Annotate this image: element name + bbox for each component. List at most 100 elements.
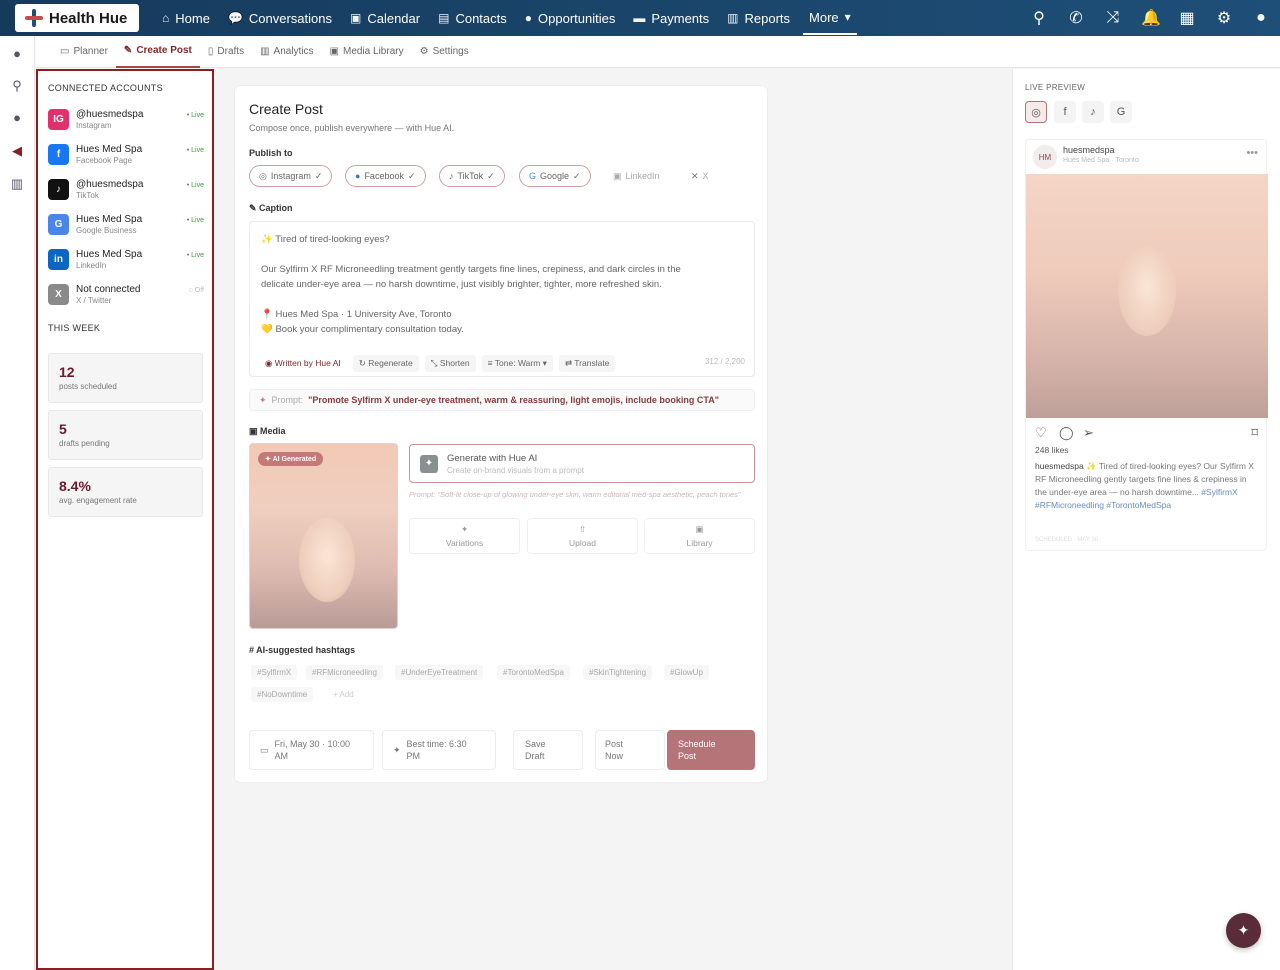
connected-account[interactable]: in Hues Med Spa LinkedIn • Live [48, 246, 204, 272]
connected-account[interactable]: ♪ @huesmedspa TikTok • Live [48, 176, 204, 202]
shuffle-icon[interactable]: ⤨ [1104, 9, 1122, 27]
stat-card: 12 posts scheduled [48, 353, 203, 403]
ai-generated-image[interactable]: ✦ AI Generated [249, 443, 398, 629]
nav-calendar[interactable]: ▣ Calendar [341, 0, 429, 36]
preview-instagram-tab[interactable]: ◎ [1025, 101, 1047, 123]
tab-analytics-label: Analytics [273, 46, 314, 57]
bell-icon[interactable]: 🔔 [1141, 8, 1161, 28]
tab-planner[interactable]: ▭ Planner [52, 36, 116, 68]
nav-reports[interactable]: ▥ Reports [718, 0, 799, 36]
calendar-icon[interactable]: ▦ [1178, 8, 1196, 28]
save-draft-button[interactable]: Save Draft [513, 730, 583, 770]
written-by-ai-label: Written by Hue AI [274, 358, 341, 368]
post-line-2: Now [605, 751, 624, 761]
add-hashtag-button[interactable]: + Add [327, 687, 360, 702]
app-logo[interactable]: Health Hue [15, 4, 139, 32]
bookmark-icon[interactable]: ⌑ [1251, 425, 1258, 441]
nav-payments[interactable]: ▬ Payments [624, 0, 718, 36]
contact-card-icon: ▤ [438, 11, 450, 25]
schedule-line-1: Schedule [678, 739, 716, 749]
magic-wand-icon: ✦ [1237, 922, 1250, 938]
channel-linkedin[interactable]: ▣ LinkedIn [603, 165, 670, 187]
tab-create-post[interactable]: ✎ Create Post [115, 36, 200, 68]
channel-facebook[interactable]: ● Facebook ✓ [345, 165, 426, 187]
post-now-button[interactable]: Post Now [595, 730, 665, 770]
regenerate-button[interactable]: ↻ Regenerate [352, 355, 419, 372]
search-icon[interactable]: ⚲ [1030, 8, 1048, 28]
save-line-2: Draft [525, 751, 545, 761]
check-icon: ✓ [487, 170, 495, 181]
channel-instagram[interactable]: ◎ Instagram ✓ [249, 165, 333, 187]
tab-analytics[interactable]: ▥ Analytics [252, 36, 321, 68]
likes-count: 248 likes [1035, 445, 1069, 455]
tone-dropdown[interactable]: ≡ Tone: Warm ▾ [481, 355, 553, 372]
channel-x[interactable]: ✕ X [681, 165, 719, 187]
image-subject [299, 518, 355, 602]
hashtag-chip[interactable]: #SylfirmX [251, 665, 298, 680]
caption-prompt[interactable]: ✦ Prompt: "Promote Sylfirm X under-eye tre… [249, 389, 755, 411]
account-name: Hues Med Spa [76, 213, 143, 225]
tab-settings[interactable]: ⚙ Settings [412, 36, 477, 68]
nav-contacts[interactable]: ▤ Contacts [429, 0, 516, 36]
megaphone-icon[interactable]: ◀ [9, 143, 25, 159]
chat-icon[interactable]: ● [9, 46, 25, 61]
instagram-preview-card: HM huesmedspa Hues Med Spa · Toronto •••… [1025, 139, 1268, 551]
connected-account[interactable]: G Hues Med Spa Google Business • Live [48, 211, 204, 237]
channel-tiktok[interactable]: ♪ TikTok ✓ [439, 165, 505, 187]
upload-button[interactable]: ⇧ Upload [527, 518, 638, 554]
bar-chart-icon[interactable]: ▥ [9, 176, 25, 192]
nav-opportunities-label: Opportunities [538, 10, 616, 26]
hashtag-chip[interactable]: #RFMicroneedling [306, 665, 383, 680]
hashtag-chip[interactable]: #GlowUp [664, 665, 709, 680]
best-time-suggestion[interactable]: ✦ Best time: 6:30 PM [382, 730, 496, 770]
heart-icon[interactable]: ♡ [1035, 425, 1047, 441]
generate-subtitle: Create on-brand visuals from a prompt [447, 465, 584, 475]
nav-opportunities[interactable]: ● Opportunities [516, 0, 625, 36]
search-icon[interactable]: ⚲ [9, 78, 25, 94]
date-line-1: Fri, May 30 · 10:00 [274, 739, 351, 749]
variations-button[interactable]: ✦ Variations [409, 518, 520, 554]
send-icon[interactable]: ➢ [1083, 425, 1094, 441]
translate-button[interactable]: ⇄ Translate [558, 355, 616, 372]
nav-home[interactable]: ⌂ Home [153, 0, 219, 36]
generate-with-ai-button[interactable]: ✦ Generate with Hue AI Create on-brand vi… [409, 444, 755, 483]
preview-facebook-tab[interactable]: f [1054, 101, 1076, 123]
nav-more[interactable]: More ▾ [803, 2, 857, 35]
user-icon[interactable]: ● [9, 110, 25, 125]
preview-google-tab[interactable]: G [1110, 101, 1132, 123]
connected-account[interactable]: X Not connected X / Twitter ○ Off [48, 281, 204, 307]
channel-x-label: X [702, 171, 709, 181]
user-icon[interactable]: ● [1252, 9, 1270, 27]
caption-editor[interactable]: ✨ Tired of tired-looking eyes? Our Sylfi… [249, 221, 755, 377]
library-label: Library [686, 538, 713, 548]
tab-drafts[interactable]: ▯ Drafts [200, 36, 252, 68]
hashtag-chip[interactable]: #UnderEyeTreatment [395, 665, 484, 680]
caption-toolbar: ◉ Written by Hue AI ↻ Regenerate ⤡ Short… [250, 350, 754, 377]
post-line-1: Post [605, 739, 624, 749]
tiktok-icon: ♪ [449, 171, 454, 181]
account-name: @huesmedspa [76, 108, 144, 120]
channel-google[interactable]: G Google ✓ [519, 165, 591, 187]
connected-account[interactable]: IG @huesmedspa Instagram • Live [48, 106, 204, 132]
nav-conversations[interactable]: 💬 Conversations [219, 0, 341, 36]
preview-tiktok-tab[interactable]: ♪ [1082, 101, 1104, 123]
shorten-button[interactable]: ⤡ Shorten [424, 355, 476, 372]
connected-account[interactable]: f Hues Med Spa Facebook Page • Live [48, 141, 204, 167]
platform-icon: f [48, 143, 69, 165]
hashtags-label: # AI-suggested hashtags [249, 645, 355, 655]
hashtag-chip[interactable]: #SkinTightening [583, 665, 653, 680]
comment-icon[interactable]: ◯ [1059, 425, 1074, 441]
library-button[interactable]: ▣ Library [644, 518, 755, 554]
preview-date: SCHEDULED · MAY 30 [1035, 537, 1099, 543]
tab-settings-label: Settings [432, 46, 469, 57]
schedule-post-button[interactable]: Schedule Post [667, 730, 755, 770]
phone-icon[interactable]: ✆ [1067, 8, 1085, 28]
tab-media-library[interactable]: ▣ Media Library [322, 36, 412, 68]
sparkle-icon: ✨ [261, 234, 276, 245]
gear-icon[interactable]: ⚙ [1215, 8, 1233, 28]
hashtag-chip[interactable]: #TorontoMedSpa [497, 665, 570, 680]
schedule-date-picker[interactable]: ▭ Fri, May 30 · 10:00 AM [249, 730, 374, 770]
hashtag-chip[interactable]: #NoDowntime [251, 687, 314, 702]
more-options-icon[interactable]: ••• [1246, 147, 1258, 159]
ai-assistant-button[interactable]: ✦ [1226, 913, 1261, 948]
